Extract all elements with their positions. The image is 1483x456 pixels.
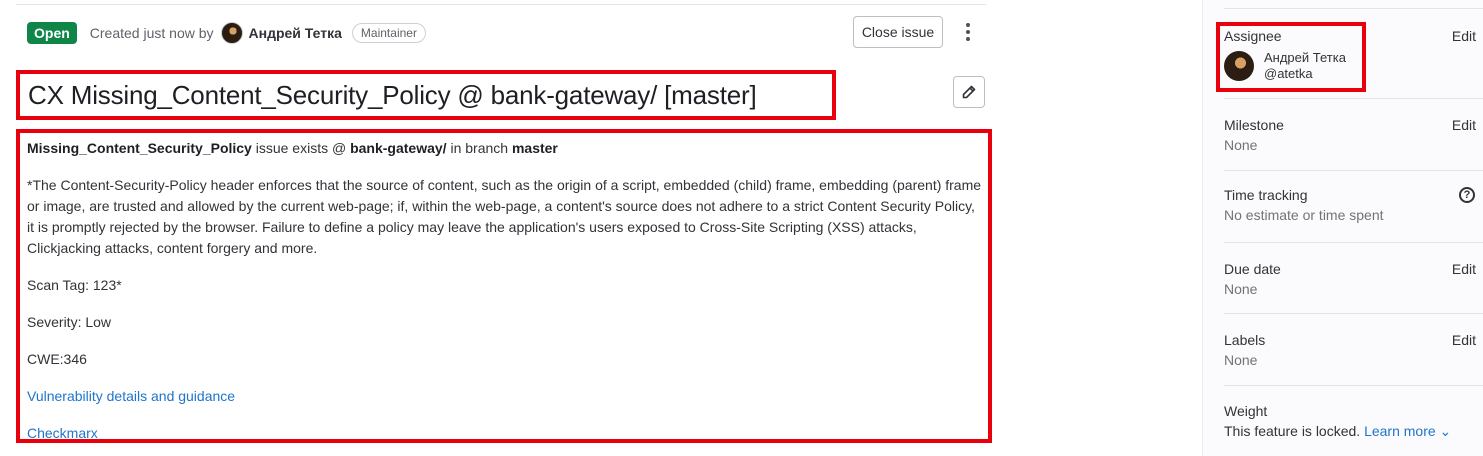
chevron-down-icon[interactable]: ⌄ [1440, 423, 1452, 439]
project-name: bank-gateway/ [350, 140, 447, 156]
sidebar-time-tracking: Time tracking No estimate or time spent … [1224, 187, 1476, 223]
status-badge: Open [27, 22, 77, 44]
issue-title-highlight: CX Missing_Content_Security_Policy @ ban… [16, 70, 836, 120]
labels-edit-button[interactable]: Edit [1452, 332, 1476, 348]
description-summary: Missing_Content_Security_Policy issue ex… [27, 140, 558, 156]
sidebar-divider [1224, 170, 1483, 171]
weight-value: This feature is locked. Learn more ⌄ [1224, 423, 1452, 439]
branch-name: master [511, 140, 558, 156]
severity-text: Severity: Low [27, 314, 112, 330]
due-date-label: Due date [1224, 261, 1281, 277]
vulnerability-guidance-link[interactable]: Vulnerability details and guidance [27, 388, 235, 404]
assignee-username: @atetka [1264, 66, 1313, 81]
assignee-avatar[interactable] [1224, 51, 1254, 81]
weight-label: Weight [1224, 403, 1268, 419]
due-date-edit-button[interactable]: Edit [1452, 261, 1476, 277]
edit-title-button[interactable] [953, 76, 985, 108]
milestone-label: Milestone [1224, 117, 1284, 133]
sidebar-milestone: Milestone None Edit [1224, 117, 1476, 153]
labels-label: Labels [1224, 332, 1266, 348]
issue-header: Open Created just now by Андрей Тетка Ma… [27, 16, 985, 48]
top-divider [16, 4, 986, 5]
author-name-link[interactable]: Андрей Тетка [249, 25, 342, 41]
close-issue-button[interactable]: Close issue [853, 16, 943, 48]
created-text: Created just now by [89, 25, 214, 41]
issue-title: CX Missing_Content_Security_Policy @ ban… [28, 79, 757, 110]
author-avatar[interactable] [220, 22, 243, 44]
vulnerability-name: Missing_Content_Security_Policy [27, 140, 252, 156]
sidebar-divider [1224, 242, 1483, 243]
time-tracking-value: No estimate or time spent [1224, 207, 1384, 223]
assignee-edit-button[interactable]: Edit [1452, 28, 1476, 44]
milestone-edit-button[interactable]: Edit [1452, 117, 1476, 133]
sidebar-divider [1224, 313, 1483, 314]
checkmarx-link[interactable]: Checkmarx [27, 425, 98, 441]
assignee-name[interactable]: Андрей Тетка [1264, 50, 1346, 66]
sidebar-divider [1224, 385, 1483, 386]
question-icon[interactable]: ? [1459, 187, 1475, 203]
scan-tag-text: Scan Tag: 123* [27, 277, 122, 293]
issue-description: Missing_Content_Security_Policy issue ex… [16, 129, 992, 443]
cwe-text: CWE:346 [27, 351, 87, 367]
pencil-icon [962, 85, 976, 99]
description-paragraph: *The Content-Security-Policy header enfo… [27, 177, 982, 256]
more-actions-kebab-icon[interactable] [960, 18, 976, 46]
sidebar-divider [1224, 8, 1483, 9]
sidebar-weight: Weight This feature is locked. Learn mor… [1224, 403, 1476, 440]
due-date-value: None [1224, 281, 1258, 297]
time-tracking-label: Time tracking [1224, 187, 1308, 203]
sidebar-divider [1224, 98, 1483, 99]
labels-value: None [1224, 352, 1258, 368]
role-badge: Maintainer [351, 23, 426, 43]
sidebar-labels: Labels None Edit [1224, 332, 1476, 368]
milestone-value: None [1224, 137, 1258, 153]
sidebar-due-date: Due date None Edit [1224, 261, 1476, 297]
learn-more-link[interactable]: Learn more [1364, 423, 1436, 439]
